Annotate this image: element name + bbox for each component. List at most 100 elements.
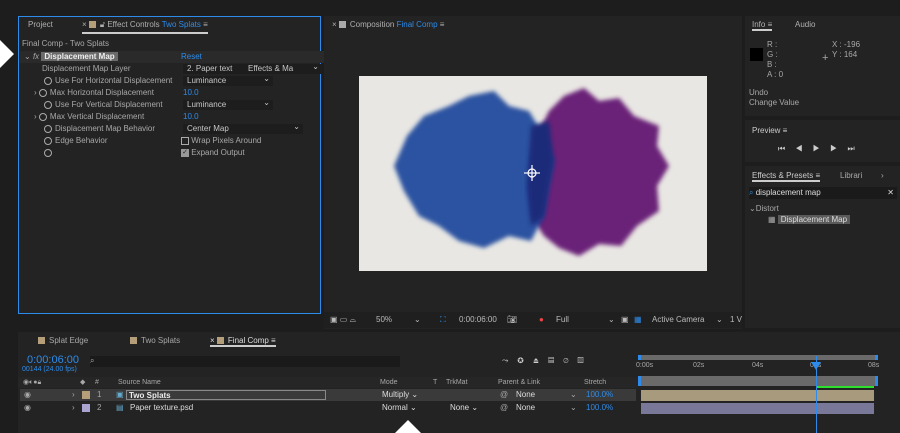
pickwhip-icon[interactable]: @ [500, 402, 508, 414]
y-value: Y : 164 [832, 50, 860, 60]
wrap-pixels-checkbox[interactable]: Wrap Pixels Around [181, 135, 261, 147]
map-behavior-dropdown[interactable]: Center Map [183, 124, 303, 134]
tab-effect-controls[interactable]: × 🔓︎ Effect Controls Two Splats ≡ [82, 20, 208, 34]
twirl-icon[interactable]: › [72, 402, 75, 414]
max-vertical-value[interactable]: 10.0 [183, 111, 199, 123]
rgba-readout: R :G :B :A : 0 [767, 40, 783, 80]
effects-search-input[interactable]: ⌕ displacement map✕ [749, 187, 897, 199]
reset-button[interactable]: Reset [181, 51, 202, 63]
tab-project[interactable]: Project [28, 20, 53, 29]
col-source-name[interactable]: Source Name [118, 377, 161, 388]
effect-item-displacement-map[interactable]: ▦ Displacement Map [768, 215, 850, 225]
ruler-tick: 08s [868, 362, 879, 369]
mode-dropdown[interactable]: Multiply ⌄ [382, 389, 418, 401]
label-color[interactable] [82, 391, 90, 399]
stopwatch-icon[interactable] [39, 89, 47, 97]
stopwatch-icon[interactable] [44, 149, 52, 157]
current-time[interactable]: 0:00:06:00 [459, 312, 497, 328]
category-label: Distort [756, 204, 779, 213]
trkmat-dropdown[interactable]: None ⌄ [450, 402, 478, 414]
camera-dropdown[interactable]: Active Camera [652, 312, 704, 328]
effect-header: ⌄ fx Displacement Map Reset [20, 51, 330, 63]
twirl-icon[interactable]: ⌄ fx [24, 52, 39, 61]
tab-composition[interactable]: × Composition Final Comp ≡ [332, 20, 444, 29]
parent-dropdown[interactable]: None [516, 389, 535, 401]
timeline-search-input[interactable]: ⌕ [90, 356, 400, 367]
region-icon[interactable]: ⛶ [440, 312, 446, 328]
search-value: displacement map [756, 188, 821, 197]
clear-search-icon[interactable]: ✕ [887, 187, 894, 199]
layer-row[interactable]: ◉ › 2 ▤ Paper texture.psd Normal ⌄ None … [20, 402, 636, 414]
av-switch-icons: ◉🔈︎●🔒︎ [23, 377, 41, 388]
crosshair-icon: + [822, 52, 828, 64]
twirl-icon[interactable]: › [72, 389, 75, 401]
timeline-switch-icons[interactable]: ⤳✪⏏▤⌀▧ [502, 356, 593, 366]
tab-label: Final Comp [228, 336, 269, 345]
layer-number: 2 [97, 402, 101, 414]
mode-dropdown[interactable]: Normal ⌄ [382, 402, 417, 414]
twirl-icon[interactable]: › [34, 88, 37, 97]
tab-audio[interactable]: Audio [795, 20, 815, 29]
snapshot-icon[interactable]: 📷︎ [507, 312, 517, 328]
layer-name[interactable]: Two Splats [126, 390, 326, 400]
search-icon: ⌕ [90, 356, 94, 365]
max-horizontal-value[interactable]: 10.0 [183, 87, 199, 99]
resolution-dropdown[interactable]: Full [556, 312, 569, 328]
stopwatch-icon[interactable] [44, 77, 52, 85]
time-ruler[interactable]: 0:00s 02s 04s 06s 08s [636, 362, 880, 372]
transparency-grid-icon[interactable]: ▣ [621, 312, 629, 328]
layer-row[interactable]: ◉ › 1 ▣ Two Splats Multiply ⌄ @ None⌄ 10… [20, 389, 636, 401]
work-area-bar[interactable] [638, 355, 878, 360]
b-value: B : [767, 60, 783, 70]
effect-name[interactable]: Displacement Map [41, 52, 117, 61]
prop-label: Displacement Map Behavior [55, 124, 155, 133]
timeline-zoom-bar[interactable] [638, 376, 878, 386]
eye-icon[interactable]: ◉ [24, 402, 31, 414]
horizontal-use-dropdown[interactable]: Luminance [183, 76, 273, 86]
stopwatch-icon[interactable] [44, 101, 52, 109]
layer-header: ◉🔈︎●🔒︎ ◆ # Source Name Mode T TrkMat Par… [18, 377, 638, 388]
eye-icon[interactable]: ◉ [24, 389, 31, 401]
comp-viewer[interactable] [359, 76, 707, 271]
channel-icon[interactable]: ● [539, 312, 544, 328]
trkmat-value: None [450, 403, 469, 412]
map-layer-source-dropdown[interactable]: Effects & Ma [244, 64, 322, 74]
stretch-value[interactable]: 100.0% [586, 389, 613, 401]
label-icon: ◆ [80, 377, 85, 388]
preview-controls[interactable]: ⏮ ◀ ▶ ▶ ⏭ [778, 144, 859, 154]
col-num: # [95, 377, 99, 388]
timeline-tab-final-comp[interactable]: × Final Comp ≡ [210, 336, 276, 347]
prop-label: Edge Behavior [55, 136, 107, 145]
undo-label: Undo [749, 88, 799, 98]
tab-effects-presets[interactable]: Effects & Presets ≡ [752, 171, 820, 182]
views-dropdown[interactable]: 1 V [730, 312, 742, 328]
comp-layer-icon: ▣ [116, 389, 124, 401]
stretch-value[interactable]: 100.0% [586, 402, 613, 414]
pickwhip-icon[interactable]: @ [500, 389, 508, 401]
toolbar-icons[interactable]: ▣ ▭ ⌓ [330, 312, 356, 328]
layer-name[interactable]: Paper texture.psd [130, 402, 193, 414]
layer-bar-two-splats[interactable] [641, 390, 874, 401]
zoom-dropdown[interactable]: 50% [376, 312, 392, 328]
timeline-timecode[interactable]: 0:00:06:00 [27, 354, 79, 366]
twirl-icon[interactable]: › [34, 112, 37, 121]
playhead-handle[interactable] [811, 362, 821, 370]
stopwatch-icon[interactable] [44, 137, 52, 145]
3d-draft-icon[interactable]: ▦ [634, 312, 642, 328]
tab-info[interactable]: Info ≡ [752, 20, 772, 31]
more-tabs-icon[interactable]: › [881, 171, 884, 180]
vertical-use-dropdown[interactable]: Luminance [183, 100, 273, 110]
checkbox-label: Expand Output [191, 148, 244, 157]
label-color[interactable] [82, 404, 90, 412]
timeline-tab-splat-edge[interactable]: Splat Edge [38, 336, 88, 345]
prop-label: Use For Vertical Displacement [55, 100, 163, 109]
tab-label: Effect Controls [107, 20, 159, 29]
tab-libraries[interactable]: Librari [840, 171, 862, 180]
stopwatch-icon[interactable] [39, 113, 47, 121]
layer-bar-paper-texture[interactable] [641, 403, 874, 414]
expand-output-checkbox[interactable]: ✓ Expand Output [181, 147, 245, 159]
stopwatch-icon[interactable] [44, 125, 52, 133]
timeline-tab-two-splats[interactable]: Two Splats [130, 336, 180, 345]
category-distort[interactable]: ⌄Distort [749, 204, 779, 213]
parent-dropdown[interactable]: None [516, 402, 535, 414]
